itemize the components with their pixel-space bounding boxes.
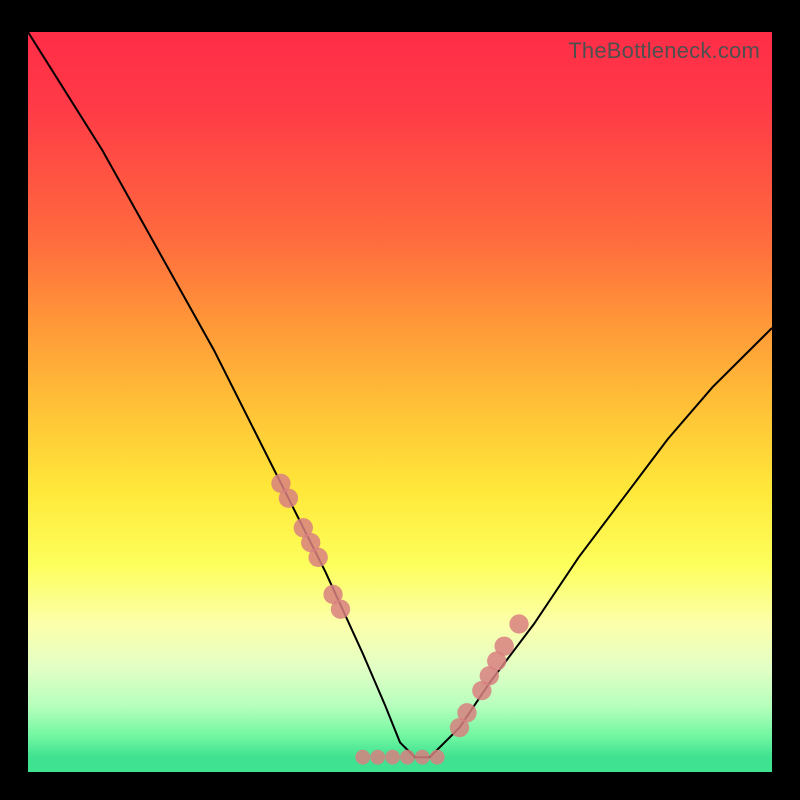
markers-left	[271, 474, 350, 619]
marker-dot	[331, 600, 350, 619]
markers-flat	[355, 750, 444, 765]
marker-dot	[400, 750, 415, 765]
markers-right	[450, 614, 529, 737]
marker-dot	[494, 637, 513, 656]
marker-dot	[385, 750, 400, 765]
marker-dot	[430, 750, 445, 765]
marker-dot	[308, 548, 327, 567]
marker-dot	[370, 750, 385, 765]
marker-dot	[355, 750, 370, 765]
marker-dot	[279, 489, 298, 508]
plot-area: TheBottleneck.com	[28, 32, 772, 772]
chart-svg	[28, 32, 772, 772]
chart-container: TheBottleneck.com	[0, 0, 800, 800]
marker-dot	[509, 614, 528, 633]
bottleneck-curve	[28, 32, 772, 757]
marker-dot	[415, 750, 430, 765]
marker-dot	[457, 703, 476, 722]
